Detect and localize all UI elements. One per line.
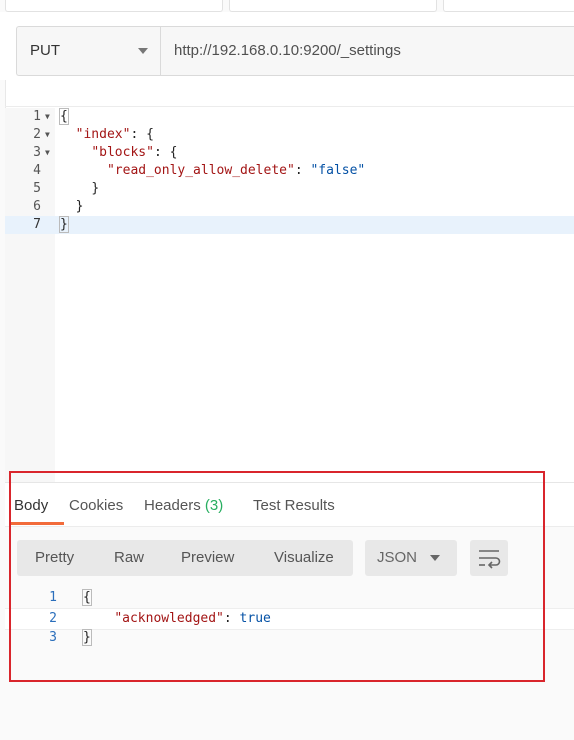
line-number: 1 [33,109,41,124]
code-line: 1 ▼ { [5,108,574,126]
request-tab[interactable] [5,0,223,12]
code-line: 5 } [5,180,574,198]
fold-arrow-icon[interactable]: ▼ [45,144,50,162]
code-token: } [75,199,84,214]
chevron-down-icon [138,48,148,54]
code-line: 6 } [5,198,574,216]
method-label: PUT [30,42,60,59]
request-tab-strip [0,0,574,12]
line-number: 5 [33,181,41,196]
code-line: 3 ▼ "blocks": { [5,144,574,162]
method-select[interactable]: PUT [17,27,161,75]
code-token: : { [130,127,154,142]
code-line-active: 7 } [5,216,574,234]
code-token: } [59,216,69,233]
request-body-editor[interactable]: 1 ▼ { 2 ▼ "index": { 3 ▼ "blocks": { 4 "… [5,108,574,482]
code-token: "read_only_allow_delete" [106,163,295,178]
fold-arrow-icon[interactable]: ▼ [45,126,50,144]
code-token: "index" [75,127,131,142]
editor-divider [5,106,574,107]
request-tab[interactable] [229,0,437,12]
line-number: 7 [33,217,41,232]
request-bar: PUT http://192.168.0.10:9200/_settings [16,26,574,76]
code-token: "blocks" [91,145,154,160]
fold-arrow-icon[interactable]: ▼ [45,108,50,126]
code-token: { [59,108,69,125]
highlight-annotation-box [9,471,545,682]
line-number: 4 [33,163,41,178]
line-number: 2 [33,127,41,142]
code-token: } [91,181,100,196]
line-number: 3 [33,145,41,160]
url-input[interactable]: http://192.168.0.10:9200/_settings [174,42,401,59]
code-line: 4 "read_only_allow_delete": "false" [5,162,574,180]
line-number: 6 [33,199,41,214]
code-token: : [294,163,311,178]
code-token: : { [153,145,178,160]
code-token: "false" [310,163,366,178]
request-tab[interactable] [443,0,574,12]
code-line: 2 ▼ "index": { [5,126,574,144]
